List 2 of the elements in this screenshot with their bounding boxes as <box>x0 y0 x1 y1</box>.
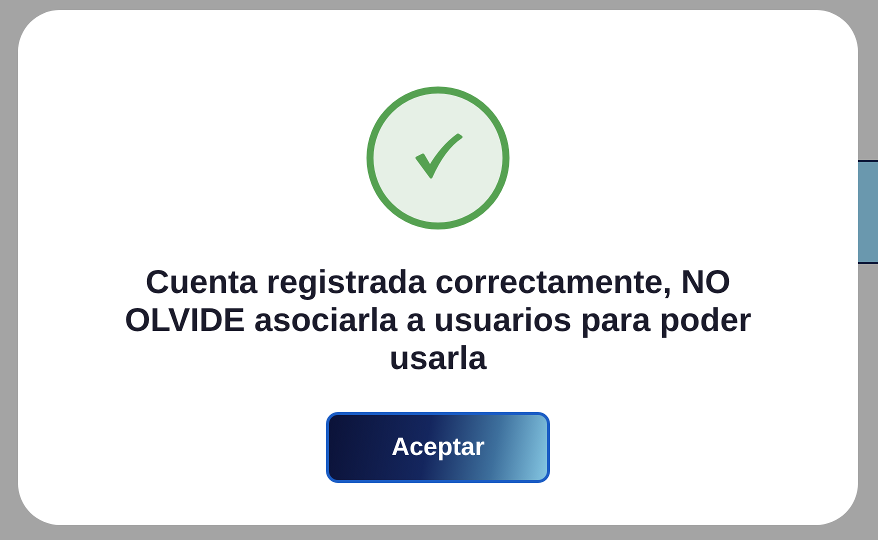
accept-button[interactable]: Aceptar <box>326 412 550 483</box>
dialog-message: Cuenta registrada correctamente, NO OLVIDE asociarla a usuarios para poder usarla <box>124 263 752 377</box>
